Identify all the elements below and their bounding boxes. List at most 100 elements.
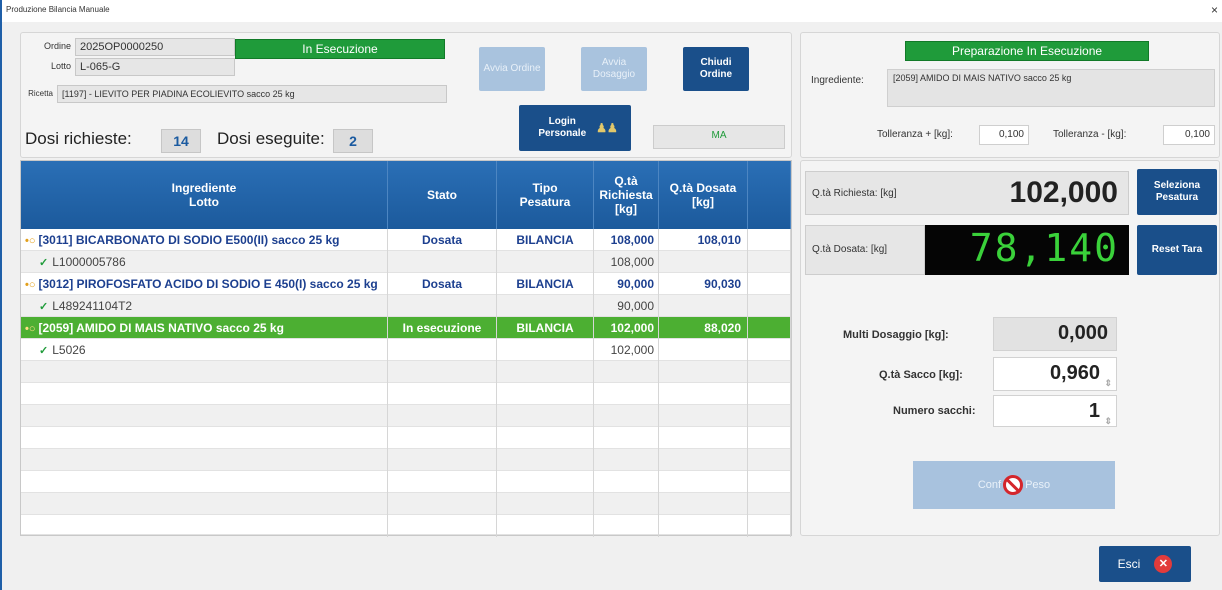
row-extra xyxy=(748,339,791,361)
ordine-field: 2025OP0000250 xyxy=(75,38,235,56)
empty-row xyxy=(21,383,791,405)
row-stato: Dosata xyxy=(388,229,497,251)
row-dosata: 108,010 xyxy=(659,229,748,251)
lotto-field: L-065-G xyxy=(75,58,235,76)
row-tipo: BILANCIA xyxy=(497,229,594,251)
empty-row xyxy=(21,493,791,515)
header-extra xyxy=(748,161,791,229)
row-extra xyxy=(748,251,791,273)
spinner-icon[interactable]: ⇕ xyxy=(1104,406,1112,436)
empty-row xyxy=(21,515,791,537)
table-row[interactable]: ✓ L489241104T2 90,000 xyxy=(21,295,791,317)
conferma-peso-label-right: Peso xyxy=(1025,479,1051,491)
qta-richiesta-value: 102,000 xyxy=(1009,176,1118,209)
row-stato: Dosata xyxy=(388,273,497,295)
dosi-richieste-value: 14 xyxy=(161,129,201,153)
tolleranza-plus-label: Tolleranza + [kg]: xyxy=(877,129,953,140)
conferma-peso-button[interactable]: Conf Peso xyxy=(913,461,1115,509)
header-rich-line2: Richiesta xyxy=(599,188,653,202)
table-row[interactable]: ✓ L1000005786 108,000 xyxy=(21,251,791,273)
login-personale-button[interactable]: Login Personale ♟♟ xyxy=(519,105,631,151)
tree-node-icon[interactable]: •○ xyxy=(25,318,36,339)
header-dos-line2: [kg] xyxy=(692,195,714,209)
preparation-status-badge: Preparazione In Esecuzione xyxy=(905,41,1149,61)
row-ingredient-name: [3011] BICARBONATO DI SODIO E500(II) sac… xyxy=(38,233,340,247)
row-lot-cell: ✓ L489241104T2 xyxy=(21,295,388,317)
numero-sacchi-field[interactable]: 1 ⇕ xyxy=(993,395,1117,427)
seleziona-pesatura-button[interactable]: Seleziona Pesatura xyxy=(1137,169,1217,215)
row-lot-cell: ✓ L1000005786 xyxy=(21,251,388,273)
row-dosata: 88,020 xyxy=(659,317,748,339)
table-row[interactable]: ✓ L5026 102,000 xyxy=(21,339,791,361)
row-tipo xyxy=(497,251,594,273)
window-title: Produzione Bilancia Manuale xyxy=(6,5,110,14)
tree-node-icon[interactable]: •○ xyxy=(25,230,36,251)
row-richiesta: 90,000 xyxy=(594,273,659,295)
ordine-label: Ordine xyxy=(43,41,71,51)
row-tipo xyxy=(497,339,594,361)
weighing-panel: Q.tà Richiesta: [kg] 102,000 Seleziona P… xyxy=(800,160,1220,536)
qta-richiesta-box: Q.tà Richiesta: [kg] 102,000 xyxy=(805,171,1129,215)
login-personale-label: Login Personale xyxy=(538,116,587,139)
lotto-label: Lotto xyxy=(50,61,71,71)
row-richiesta: 108,000 xyxy=(594,229,659,251)
qta-richiesta-label: Q.tà Richiesta: [kg] xyxy=(812,188,897,199)
tolleranza-plus-field[interactable]: 0,100 xyxy=(979,125,1029,145)
conferma-peso-label-left: Conf xyxy=(977,479,1002,491)
row-dosata: 90,030 xyxy=(659,273,748,295)
row-richiesta: 90,000 xyxy=(594,295,659,317)
table-row-active[interactable]: •○ [2059] AMIDO DI MAIS NATIVO sacco 25 k… xyxy=(21,317,791,339)
ingrediente-field: [2059] AMIDO DI MAIS NATIVO sacco 25 kg xyxy=(887,69,1215,107)
ingredients-table: Ingrediente Lotto Stato Tipo Pesatura Q.… xyxy=(20,160,792,537)
header-ingrediente[interactable]: Ingrediente Lotto xyxy=(21,161,388,229)
close-icon[interactable]: × xyxy=(1211,3,1218,17)
table-row[interactable]: •○ [3011] BICARBONATO DI SODIO E500(II) s… xyxy=(21,229,791,251)
esci-label: Esci xyxy=(1117,557,1141,571)
row-lot-name: L489241104T2 xyxy=(52,299,133,313)
header-ingrediente-label: Ingrediente xyxy=(171,181,237,195)
header-dos-line1: Q.tà Dosata xyxy=(669,181,737,195)
multi-dosaggio-label: Multi Dosaggio [kg]: xyxy=(843,329,949,341)
dosi-richieste-label: Dosi richieste: xyxy=(25,129,132,148)
row-richiesta: 108,000 xyxy=(594,251,659,273)
ricetta-field: [1197] - LIEVITO PER PIADINA ECOLIEVITO … xyxy=(57,85,447,103)
row-ingredient-cell: •○ [3011] BICARBONATO DI SODIO E500(II) s… xyxy=(21,229,388,251)
order-status-badge: In Esecuzione xyxy=(235,39,445,59)
header-stato[interactable]: Stato xyxy=(388,161,497,229)
row-stato xyxy=(388,251,497,273)
tree-node-icon[interactable]: •○ xyxy=(25,274,36,295)
ricetta-label: Ricetta xyxy=(28,89,53,98)
row-stato: In esecuzione xyxy=(388,317,497,339)
row-stato xyxy=(388,339,497,361)
row-lot-name: L5026 xyxy=(52,343,86,357)
row-tipo: BILANCIA xyxy=(497,273,594,295)
chiudi-ordine-button[interactable]: Chiudi Ordine xyxy=(683,47,749,91)
row-dosata xyxy=(659,295,748,317)
header-tipo-pesatura[interactable]: Tipo Pesatura xyxy=(497,161,594,229)
order-info-panel: Ordine 2025OP0000250 Lotto L-065-G Ricet… xyxy=(20,32,792,158)
qta-sacco-field[interactable]: 0,960 ⇕ xyxy=(993,357,1117,391)
qta-sacco-value: 0,960 xyxy=(1049,362,1100,384)
empty-row xyxy=(21,471,791,493)
row-lot-cell: ✓ L5026 xyxy=(21,339,388,361)
tolleranza-minus-field[interactable]: 0,100 xyxy=(1163,125,1215,145)
check-icon: ✓ xyxy=(39,345,49,357)
row-stato xyxy=(388,295,497,317)
avvia-ordine-button[interactable]: Avvia Ordine xyxy=(479,47,545,91)
empty-row xyxy=(21,427,791,449)
spinner-icon[interactable]: ⇕ xyxy=(1104,368,1112,398)
table-header: Ingrediente Lotto Stato Tipo Pesatura Q.… xyxy=(21,161,791,229)
qta-dosata-label: Q.tà Dosata: [kg] xyxy=(812,244,888,255)
header-qta-dosata[interactable]: Q.tà Dosata [kg] xyxy=(659,161,748,229)
row-ingredient-name: [2059] AMIDO DI MAIS NATIVO sacco 25 kg xyxy=(38,321,284,335)
avvia-dosaggio-button[interactable]: Avvia Dosaggio xyxy=(581,47,647,91)
row-extra xyxy=(748,295,791,317)
table-row[interactable]: •○ [3012] PIROFOSFATO ACIDO DI SODIO E 45… xyxy=(21,273,791,295)
multi-dosaggio-field[interactable]: 0,000 xyxy=(993,317,1117,351)
dosi-eseguite-value: 2 xyxy=(333,129,373,153)
row-dosata xyxy=(659,251,748,273)
header-lotto-label: Lotto xyxy=(189,195,219,209)
esci-button[interactable]: Esci ✕ xyxy=(1099,546,1191,582)
header-qta-richiesta[interactable]: Q.tà Richiesta [kg] xyxy=(594,161,659,229)
reset-tara-button[interactable]: Reset Tara xyxy=(1137,225,1217,275)
